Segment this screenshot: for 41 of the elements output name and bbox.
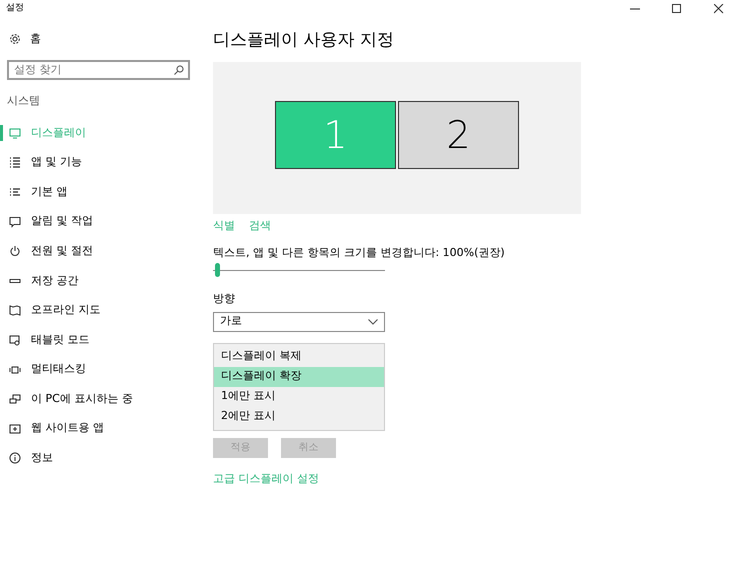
- web-app-icon: [9, 422, 21, 435]
- message-icon: [9, 216, 21, 228]
- sidebar-item[interactable]: 저장 공간: [31, 272, 78, 290]
- power-icon: [9, 245, 21, 258]
- home-link[interactable]: 홈: [30, 31, 41, 48]
- sidebar-item[interactable]: 전원 및 절전: [31, 242, 93, 260]
- multitask-icon: [9, 364, 21, 376]
- slider-thumb[interactable]: [214, 263, 220, 277]
- sidebar-item[interactable]: 태블릿 모드: [31, 332, 90, 348]
- menu-option[interactable]: 디스플레이 확장: [214, 366, 384, 386]
- sidebar-item[interactable]: 오프라인 지도: [31, 302, 100, 319]
- chevron-down-icon: [368, 318, 378, 324]
- sidebar-item[interactable]: 알림 및 작업: [31, 213, 93, 230]
- map-icon: [9, 304, 21, 316]
- search-field[interactable]: 설정 찾기: [7, 60, 190, 80]
- tablet-icon: [9, 334, 21, 346]
- display-icon: [9, 126, 21, 139]
- maximize-icon[interactable]: [672, 4, 682, 14]
- sidebar-item[interactable]: 멀티태스킹: [31, 361, 86, 378]
- menu-option[interactable]: 1에만 표시: [214, 386, 384, 406]
- sidebar-item[interactable]: 웹 사이트용 앱: [31, 420, 104, 437]
- list-icon: [9, 186, 21, 198]
- menu-option[interactable]: 2에만 표시: [214, 406, 384, 426]
- list-icon: [9, 156, 21, 168]
- page-title: 디스플레이 사용자 지정: [213, 29, 395, 52]
- scale-label: 텍스트, 앱 및 다른 항목의 크기를 변경합니다: 100%(권장): [213, 244, 506, 260]
- search-icon[interactable]: [174, 64, 184, 74]
- orientation-dropdown[interactable]: 가로: [213, 312, 385, 332]
- sidebar-item[interactable]: 기본 앱: [31, 184, 68, 200]
- sidebar-item[interactable]: 정보: [31, 450, 53, 467]
- sidebar-item[interactable]: 앱 및 기능: [31, 154, 82, 171]
- window-title: 설정: [6, 2, 24, 16]
- orientation-label: 방향: [213, 291, 236, 307]
- monitor-tile[interactable]: 2: [398, 101, 519, 169]
- menu-option[interactable]: 디스플레이 복제: [214, 346, 384, 366]
- info-icon: [9, 452, 21, 464]
- projector-icon: [9, 393, 21, 406]
- sidebar-item[interactable]: 이 PC에 표시하는 중: [31, 390, 133, 408]
- section-heading: 시스템: [7, 92, 41, 108]
- settings-icon: [9, 33, 21, 46]
- close-icon[interactable]: [714, 4, 724, 14]
